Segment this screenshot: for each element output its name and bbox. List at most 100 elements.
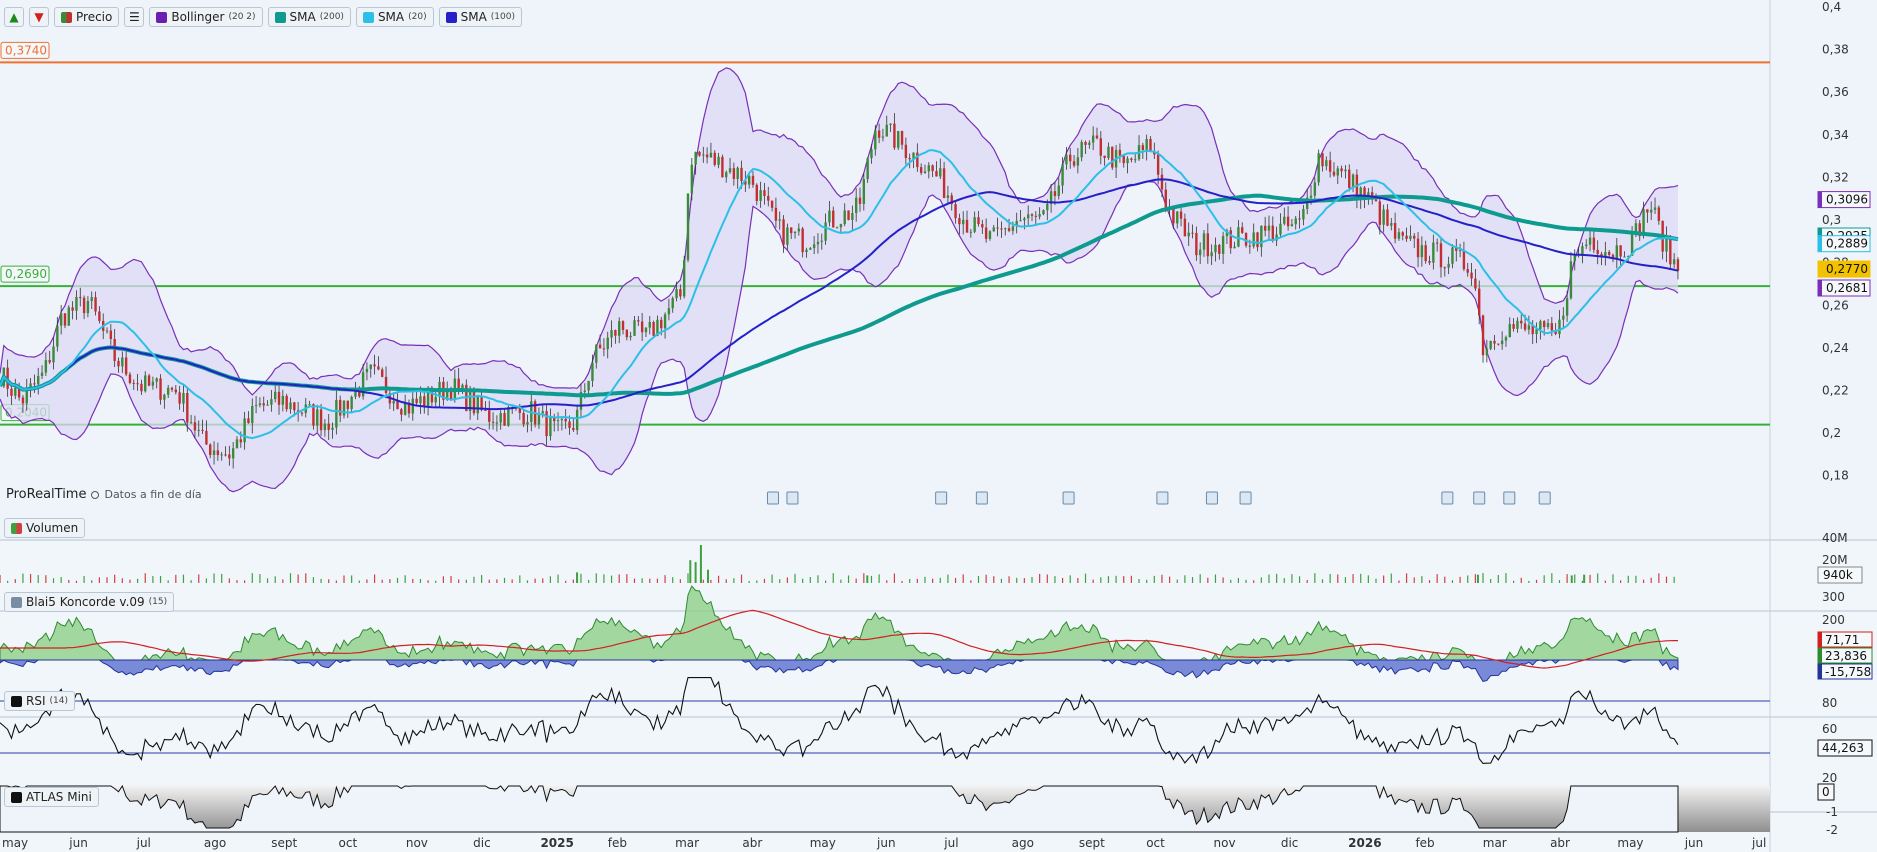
candle-body [1294, 218, 1297, 225]
candle-body [935, 171, 938, 177]
candle-body [1619, 245, 1622, 257]
candle-body [1592, 237, 1596, 250]
candle-body [1466, 269, 1469, 273]
atlas-panel-label[interactable]: ATLAS Mini [4, 787, 99, 807]
candle-body [954, 204, 957, 219]
candle-body [82, 297, 86, 314]
candle-body [610, 330, 613, 338]
candle-body [1390, 222, 1393, 226]
candle-body [128, 374, 132, 383]
candle-body [1107, 146, 1110, 158]
candle-body [717, 156, 720, 165]
y-tick-label: 0,24 [1822, 341, 1849, 355]
candle-body [885, 124, 888, 137]
candle-body [1669, 237, 1672, 265]
indicator-bollinger-button[interactable]: Bollinger (20 2) [149, 7, 263, 27]
candle-body [1283, 216, 1286, 224]
watermark: ProRealTime Datos a fin de día [6, 487, 202, 502]
candle-body [151, 381, 155, 386]
candle-body [1447, 263, 1450, 268]
candle-body [1042, 210, 1045, 215]
candle-body [1539, 321, 1542, 330]
candle-body [969, 231, 973, 233]
arrow-down-button[interactable]: ▼ [29, 7, 49, 27]
candle-body [1485, 348, 1489, 356]
candle-body [1030, 214, 1034, 216]
candle-body [992, 227, 995, 232]
indicator-params: (20 2) [228, 12, 256, 22]
candle-body [736, 167, 739, 179]
candle-body [163, 394, 166, 400]
volume-label: Volumen [26, 521, 79, 535]
candle-body [812, 244, 816, 249]
atlas-tick: -1 [1826, 805, 1838, 819]
x-tick-label: may [810, 836, 836, 850]
candle-body [457, 378, 460, 389]
arrow-up-button[interactable]: ▲ [4, 7, 24, 27]
candle-body [338, 399, 342, 416]
candle-body [1034, 215, 1038, 217]
candle-body [277, 391, 281, 405]
candle-body [155, 378, 158, 382]
candle-body [1038, 214, 1041, 217]
koncorde-swatch-icon [11, 596, 22, 608]
indicator-sma20-button[interactable]: SMA (20) [355, 7, 434, 27]
price-badge-label: 0,2889 [1826, 237, 1868, 251]
x-tick-label: oct [1146, 836, 1165, 850]
candle-body [981, 224, 984, 228]
candle-body [709, 152, 713, 158]
candle-body [1263, 225, 1267, 231]
rsi-panel-label[interactable]: RSI (14) [4, 691, 75, 711]
candle-body [327, 423, 330, 430]
candle-body [1302, 208, 1305, 220]
candle-body [1520, 320, 1523, 324]
candle-body [1382, 209, 1385, 225]
eod-note: Datos a fin de día [104, 488, 202, 501]
candle-body [648, 322, 651, 328]
candle-body [1126, 158, 1129, 164]
candle-body [121, 357, 124, 367]
indicator-sma200-button[interactable]: SMA (200) [267, 7, 351, 27]
candle-body [1607, 251, 1611, 255]
candle-body [1019, 220, 1022, 222]
candle-body [212, 450, 216, 455]
candle-body [10, 388, 13, 396]
y-tick-label: 0,34 [1822, 128, 1849, 142]
list-button[interactable]: ☰ [124, 7, 145, 27]
candle-body [1443, 267, 1447, 269]
candle-body [1160, 174, 1164, 190]
candle-body [679, 289, 682, 297]
candle-body [782, 219, 785, 245]
candle-body [1069, 154, 1072, 162]
candle-body [1562, 315, 1565, 320]
koncorde-panel-label[interactable]: Blai5 Koncorde v.09 (15) [4, 592, 175, 612]
price-button[interactable]: Precio [54, 7, 120, 27]
candle-body [186, 392, 189, 423]
candle-body [1122, 155, 1125, 164]
candle-body [984, 227, 988, 239]
candle-body [373, 364, 376, 367]
atlas-tick: -2 [1826, 823, 1838, 837]
indicator-params: (100) [490, 12, 515, 22]
candle-body [1615, 245, 1619, 259]
candle-body [564, 418, 567, 422]
candle-body [1057, 185, 1060, 197]
candle-body [1145, 138, 1148, 150]
volume-panel-label[interactable]: Volumen [4, 518, 86, 538]
candle-body [346, 400, 350, 409]
candle-body [977, 217, 980, 225]
candle-body [587, 380, 590, 391]
koncorde-params: (15) [148, 597, 168, 607]
candle-body [124, 357, 128, 375]
news-icon [975, 491, 988, 505]
candle-body [86, 300, 90, 314]
candle-body [751, 175, 755, 185]
candle-body [747, 175, 751, 185]
candle-body [767, 195, 770, 201]
news-icon [935, 491, 948, 505]
candle-body [323, 423, 327, 431]
candle-body [682, 259, 686, 297]
indicator-sma100-button[interactable]: SMA (100) [438, 7, 522, 27]
candle-body [618, 321, 621, 336]
candle-body [1195, 232, 1198, 256]
